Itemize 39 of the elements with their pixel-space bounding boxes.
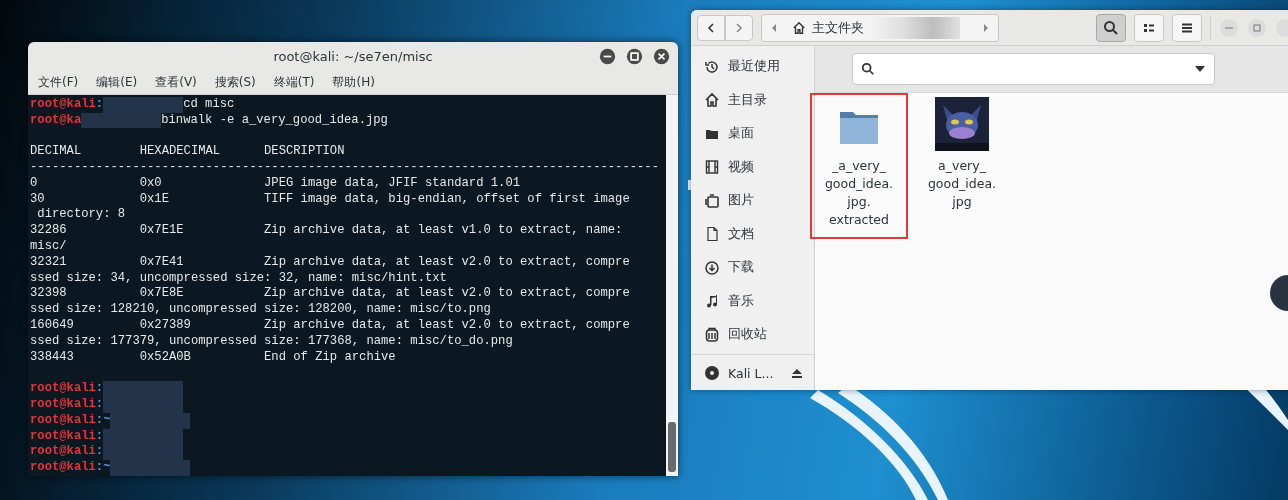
menu-item[interactable]: 文件(F): [36, 74, 81, 92]
output-line: 32321 0x7E41 Zip archive data, at least v2.0 to extract, compre: [30, 254, 631, 271]
output-line: 160649 0x27389 Zip archive data, at least v2.0 to extract, compre: [30, 318, 631, 334]
menu-item[interactable]: 终端(T): [271, 74, 317, 92]
sidebar-item[interactable]: 最近使用: [691, 50, 814, 84]
file-item[interactable]: _a_very_ good_idea. jpg. extracted: [810, 93, 908, 239]
menu-item[interactable]: 搜索(S): [212, 74, 258, 92]
path-crumb[interactable]: 主文件夹: [786, 18, 870, 37]
output-line: ssed size: 34, uncompressed size: 32, name: misc/hint.txt: [30, 270, 448, 287]
output-line: ssed size: 128210, uncompressed size: 128200, name: misc/to.png: [30, 302, 492, 319]
menu-item[interactable]: 编辑(E): [94, 74, 140, 92]
prompt-line: root@ka binwalk -e a_very_good_idea.jpg: [30, 112, 389, 129]
menu-item[interactable]: 查看(V): [153, 74, 199, 92]
prompt-line: root@kali:~: [30, 460, 666, 476]
sidebar-item[interactable]: 下载: [691, 251, 814, 285]
sidebar-item[interactable]: 音乐: [691, 284, 814, 318]
prompt-line: root@kali:~: [30, 412, 666, 429]
prompt-line: root@kali:: [30, 428, 666, 445]
output-line: 338443 0x52A0B End of Zip archive: [30, 349, 397, 366]
file-name: a_very_ good_idea. jpg: [927, 157, 997, 211]
file-name: _a_very_ good_idea. jpg. extracted: [824, 157, 894, 229]
sidebar-item[interactable]: 回收站: [691, 318, 814, 352]
output-line: 32398 0x7E8E Zip archive data, at least v2.0 to extract, compre: [30, 286, 631, 303]
window-title: root@kali: ~/se7en/misc: [273, 49, 433, 65]
output-line: 30 0x1E TIFF image data, big-endian, offset of first image: [30, 191, 631, 208]
prompt-line: root@kali:: [30, 381, 666, 397]
output-line: directory: 8: [36, 207, 127, 224]
prompt-line: root@kali:: [30, 444, 666, 461]
prompt-line: root@kali: cd misc: [30, 96, 236, 113]
prompt-line: root@kali:: [30, 397, 666, 413]
output-line: 0 0x0 JPEG image data, JFIF standard 1.01: [30, 175, 522, 192]
output-line: 32286 0x7E1E Zip archive data, at least v1.0 to extract, name:: [30, 223, 624, 240]
output-line: --------------------------------------------------------------------------------------: [30, 160, 660, 176]
sidebar-item[interactable]: Kali L...: [691, 356, 814, 390]
output-line: ssed size: 177379, uncompressed size: 177368, name: misc/to_do.png: [30, 333, 514, 350]
menu-item[interactable]: 帮助(H): [330, 74, 377, 92]
output-line: DECIMAL HEXADECIMAL DESCRIPTION: [30, 144, 346, 161]
output-line: misc/: [30, 239, 68, 255]
file-item[interactable]: a_very_ good_idea. jpg: [913, 93, 1011, 239]
